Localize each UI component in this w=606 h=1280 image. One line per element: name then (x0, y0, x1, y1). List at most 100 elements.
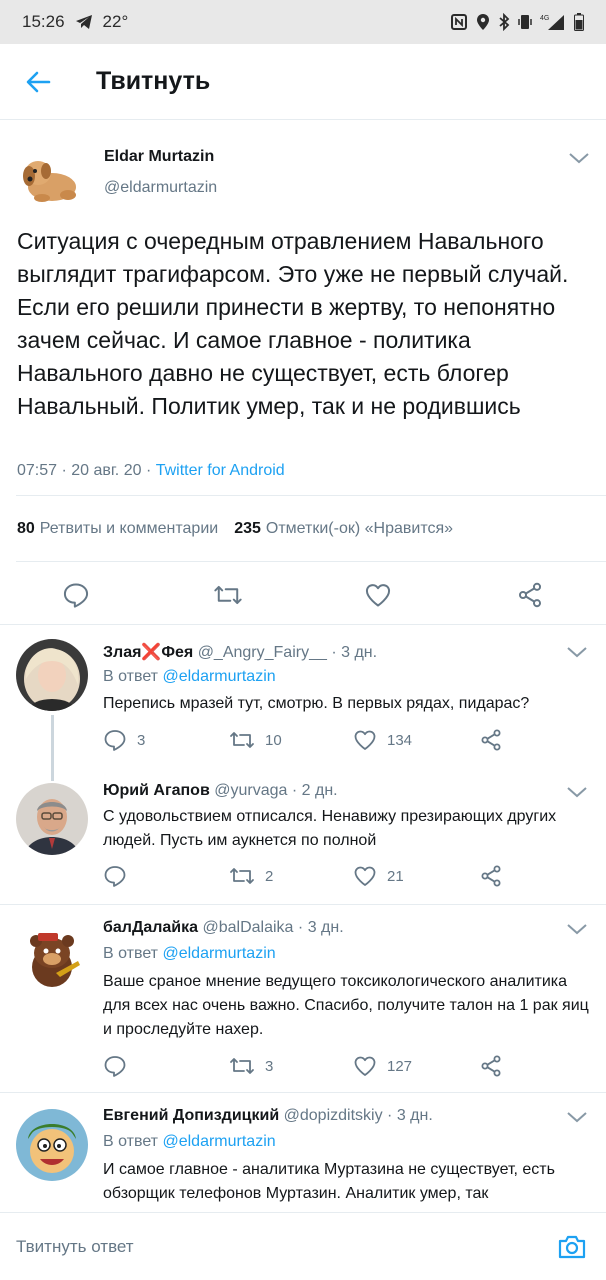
back-button[interactable] (0, 44, 76, 120)
reply-author-name[interactable]: Евгений Допиздицкий (103, 1107, 279, 1124)
author-handle[interactable]: @eldarmurtazin (104, 179, 217, 197)
avatar[interactable] (16, 639, 88, 711)
reply-text: И самое главное - аналитика Муртазина не… (103, 1161, 555, 1202)
retweet-icon (230, 732, 254, 748)
chevron-down-icon[interactable] (566, 922, 588, 936)
retweet-button[interactable]: 10 (229, 728, 282, 752)
reply-author-name[interactable]: Юрий Агапов (103, 782, 210, 799)
heart-icon (354, 1056, 376, 1076)
reply-header: балДалайка @balDalaika · 3 дн. (103, 919, 344, 936)
reply-author-handle[interactable]: @_Angry_Fairy__ (198, 644, 327, 661)
reply-header: Злая❌Фея @_Angry_Fairy__ · 3 дн. (103, 644, 378, 661)
share-icon (481, 865, 501, 887)
retweet-button[interactable] (208, 577, 248, 613)
chevron-down-icon[interactable] (566, 645, 588, 659)
chevron-down-icon[interactable] (566, 785, 588, 799)
reply-button[interactable]: 3 (103, 728, 145, 752)
like-button[interactable]: 127 (353, 1054, 412, 1078)
avatar[interactable] (16, 783, 88, 855)
reply-item[interactable]: Евгений Допиздицкий @dopizditskiy · 3 дн… (0, 1093, 606, 1212)
reply-text: Ваше сраное мнение ведущего токсикологич… (103, 973, 589, 1038)
like-count: 134 (387, 731, 413, 749)
reply-button[interactable] (103, 1054, 137, 1078)
reply-author-handle[interactable]: @dopizditskiy (284, 1107, 383, 1124)
reply-input[interactable]: Твитнуть ответ (16, 1227, 536, 1267)
share-icon (481, 1055, 501, 1077)
signal-icon: 4G (540, 13, 566, 31)
reply-icon (104, 866, 126, 887)
tweet-stats: 80 Ретвиты и комментарии 235 Отметки(-ок) … (17, 520, 453, 538)
share-button[interactable] (510, 577, 550, 613)
reply-author-name[interactable]: балДалайка (103, 919, 198, 936)
like-button[interactable] (358, 577, 398, 613)
tweet-meta: 07:57 · 20 авг. 20 · Twitter for Android (17, 462, 285, 479)
reply-to-link[interactable]: @eldarmurtazin (162, 945, 275, 962)
like-count: 21 (387, 867, 404, 885)
reply-header: Юрий Агапов @yurvaga · 2 дн. (103, 782, 338, 799)
chevron-down-icon[interactable] (568, 151, 590, 165)
retweet-count: 3 (265, 1057, 274, 1075)
retweet-count: 2 (265, 867, 274, 885)
reply-actions: 2 21 (103, 864, 583, 892)
arrow-left-icon (26, 71, 51, 92)
reply-item[interactable]: Юрий Агапов @yurvaga · 2 дн. С удовольст… (0, 763, 606, 903)
camera-button[interactable] (556, 1231, 588, 1263)
retweet-button[interactable]: 2 (229, 864, 273, 888)
avatar[interactable] (16, 143, 84, 211)
reply-age: 3 дн. (307, 919, 344, 936)
reply-age: 3 дн. (396, 1107, 433, 1124)
reply-button[interactable] (56, 577, 96, 613)
reply-actions: 3 10 134 (103, 728, 583, 756)
telegram-icon (75, 14, 93, 30)
reply-to: В ответ @eldarmurtazin (103, 668, 276, 685)
avatar[interactable] (16, 921, 88, 993)
tweet-source-link[interactable]: Twitter for Android (156, 462, 285, 479)
reply-to-link[interactable]: @eldarmurtazin (162, 668, 275, 685)
reply-text: Перепись мразей тут, смотрю. В первых ря… (103, 695, 530, 712)
divider (16, 561, 606, 562)
reply-count: 3 (137, 731, 146, 749)
tweet-actions (0, 573, 606, 617)
network-type: 4G (540, 15, 549, 22)
location-icon (476, 13, 490, 31)
tweet-text: Ситуация с очередным отравлением Навальн… (17, 228, 569, 419)
retweet-button[interactable]: 3 (229, 1054, 273, 1078)
share-icon (481, 729, 501, 751)
heart-icon (354, 866, 376, 886)
divider (16, 495, 606, 496)
nfc-icon (450, 13, 468, 31)
chevron-down-icon[interactable] (566, 1110, 588, 1124)
likes-stat[interactable]: 235 Отметки(-ок) «Нравится» (234, 520, 453, 538)
cross-mark-icon: ❌ (141, 644, 162, 661)
reply-author-handle[interactable]: @balDalaika (203, 919, 294, 936)
retweet-icon (214, 585, 242, 605)
reply-to: В ответ @eldarmurtazin (103, 1133, 276, 1150)
like-button[interactable]: 21 (353, 864, 404, 888)
retweet-count: 10 (265, 731, 282, 749)
reply-item[interactable]: Злая❌Фея @_Angry_Fairy__ · 3 дн. В ответ… (0, 625, 606, 781)
author-name[interactable]: Eldar Murtazin (104, 148, 214, 166)
reply-composer: Твитнуть ответ (0, 1212, 606, 1280)
app-bar: Твитнуть (0, 44, 606, 120)
page-title: Твитнуть (96, 67, 211, 95)
reply-author-name[interactable]: Злая❌Фея (103, 644, 193, 661)
retweets-stat[interactable]: 80 Ретвиты и комментарии (17, 520, 218, 538)
status-bar: 15:26 22° 4G (0, 0, 606, 44)
reply-item[interactable]: балДалайка @balDalaika · 3 дн. В ответ @… (0, 905, 606, 1092)
reply-text: С удовольствием отписался. Ненавижу през… (103, 808, 557, 849)
share-button[interactable] (479, 1054, 503, 1078)
battery-icon (574, 13, 584, 31)
share-button[interactable] (479, 728, 503, 752)
avatar[interactable] (16, 1109, 88, 1181)
reply-actions: 3 127 (103, 1054, 583, 1082)
like-button[interactable]: 134 (353, 728, 412, 752)
reply-author-handle[interactable]: @yurvaga (214, 782, 287, 799)
share-button[interactable] (479, 864, 503, 888)
reply-icon (63, 583, 89, 608)
retweet-icon (230, 1058, 254, 1074)
vibrate-icon (518, 13, 532, 31)
reply-to-link[interactable]: @eldarmurtazin (162, 1133, 275, 1150)
reply-button[interactable] (103, 864, 137, 888)
retweet-icon (230, 868, 254, 884)
status-temperature: 22° (102, 12, 129, 31)
